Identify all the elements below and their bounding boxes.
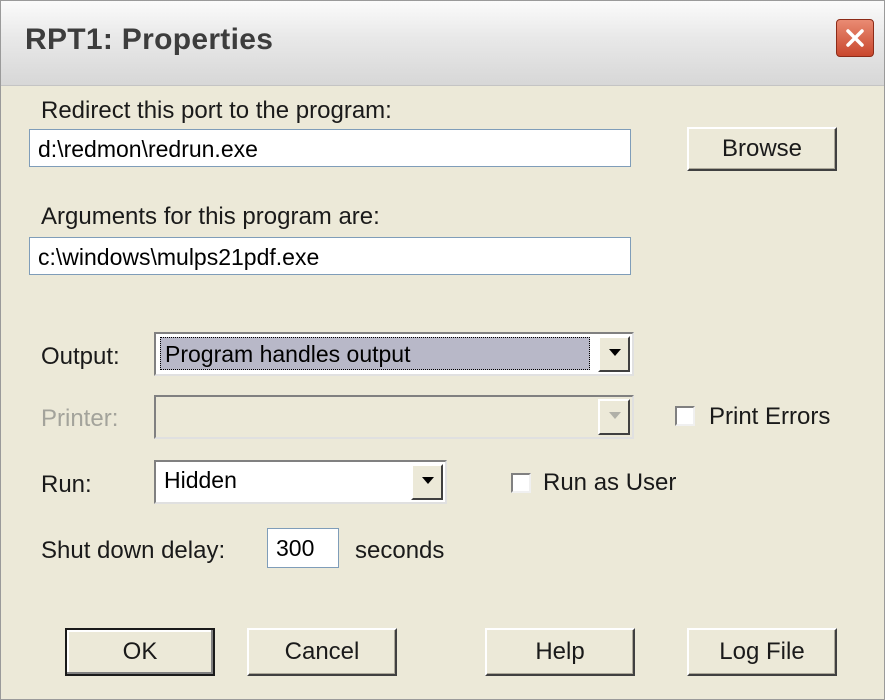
run-as-user-checkbox[interactable] [511, 473, 531, 493]
printer-label: Printer: [41, 405, 119, 432]
run-select[interactable]: Hidden [154, 460, 447, 504]
ok-button[interactable]: OK [65, 628, 215, 676]
properties-dialog: RPT1: Properties Redirect this port to t… [0, 0, 885, 700]
cancel-button[interactable]: Cancel [247, 628, 397, 676]
log-file-button[interactable]: Log File [687, 628, 837, 676]
chevron-down-icon [422, 477, 434, 484]
printer-dropdown-button [598, 399, 630, 435]
help-button[interactable]: Help [485, 628, 635, 676]
output-select-value: Program handles output [160, 337, 590, 370]
close-button[interactable] [836, 19, 874, 57]
shutdown-delay-input[interactable]: 300 [267, 528, 339, 568]
browse-button[interactable]: Browse [687, 127, 837, 171]
title-bar[interactable]: RPT1: Properties [1, 1, 884, 86]
printer-select-value [160, 401, 168, 403]
printer-select [154, 395, 634, 439]
chevron-down-icon [609, 349, 621, 356]
run-dropdown-button[interactable] [411, 464, 443, 500]
run-as-user-label: Run as User [543, 469, 677, 496]
output-dropdown-button[interactable] [598, 336, 630, 372]
run-label: Run: [41, 471, 92, 498]
shutdown-delay-label: Shut down delay: [41, 537, 226, 564]
run-select-value: Hidden [164, 467, 237, 493]
chevron-down-icon [609, 412, 621, 419]
print-errors-label: Print Errors [709, 403, 831, 430]
output-select[interactable]: Program handles output [154, 332, 634, 376]
close-icon [846, 29, 864, 47]
program-path-input[interactable]: d:\redmon\redrun.exe [29, 129, 631, 167]
arguments-label: Arguments for this program are: [41, 203, 380, 230]
seconds-label: seconds [355, 537, 445, 564]
output-label: Output: [41, 343, 120, 370]
redirect-label: Redirect this port to the program: [41, 97, 392, 124]
print-errors-checkbox[interactable] [675, 406, 695, 426]
window-title: RPT1: Properties [25, 23, 274, 56]
arguments-input[interactable]: c:\windows\mulps21pdf.exe [29, 237, 631, 275]
